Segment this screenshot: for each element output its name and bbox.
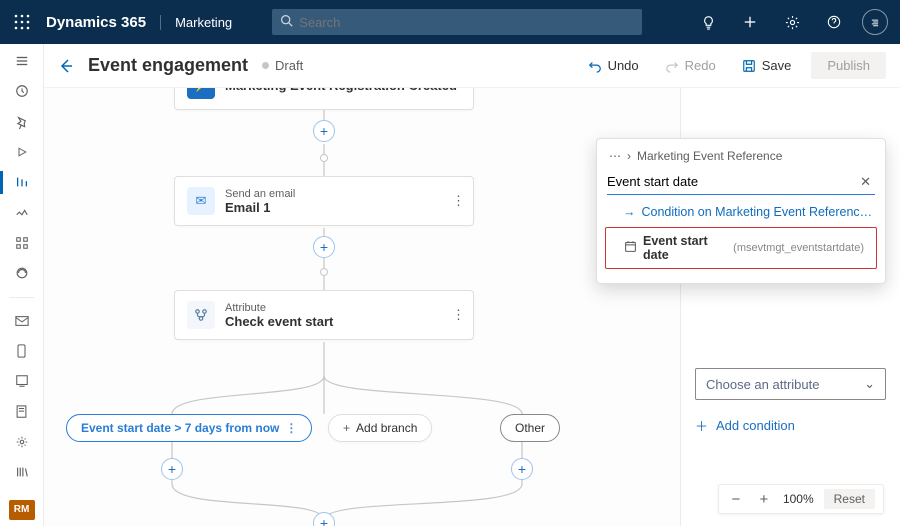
rail-play[interactable] bbox=[8, 141, 36, 163]
rail-sms[interactable] bbox=[8, 340, 36, 362]
plus-icon[interactable] bbox=[736, 8, 764, 36]
left-rail: RM bbox=[0, 44, 44, 526]
add-step-button[interactable]: + bbox=[313, 120, 335, 142]
related-condition-link[interactable]: → Condition on Marketing Event Referenc… bbox=[597, 199, 885, 225]
rail-library[interactable] bbox=[8, 461, 36, 483]
search-input[interactable] bbox=[299, 15, 634, 30]
node-trigger-label: Marketing Event Registration Created bbox=[225, 88, 457, 93]
undo-button[interactable]: Undo bbox=[582, 54, 645, 77]
arrow-right-icon: → bbox=[623, 205, 636, 219]
lightbulb-icon[interactable] bbox=[694, 8, 722, 36]
add-step-button[interactable]: + bbox=[511, 458, 533, 480]
connector-dot bbox=[320, 268, 328, 276]
node-email[interactable]: ✉ Send an email Email 1 ⋮ bbox=[174, 176, 474, 226]
add-branch-button[interactable]: + Add branch bbox=[328, 414, 432, 442]
branch-condition-pill[interactable]: Event start date > 7 days from now ⋮ bbox=[66, 414, 312, 442]
back-button[interactable] bbox=[58, 58, 74, 74]
status-badge: Draft bbox=[262, 58, 303, 73]
add-condition-button[interactable]: ＋ Add condition bbox=[695, 416, 886, 435]
node-email-main: Email 1 bbox=[225, 200, 295, 215]
zoom-reset-button[interactable]: Reset bbox=[824, 489, 875, 509]
rail-recent[interactable] bbox=[8, 80, 36, 102]
branch-other-pill[interactable]: Other bbox=[500, 414, 560, 442]
node-more-icon[interactable]: ⋮ bbox=[452, 307, 465, 323]
rail-pin[interactable] bbox=[8, 111, 36, 133]
user-avatar[interactable] bbox=[862, 9, 888, 35]
pill-more-icon[interactable]: ⋮ bbox=[285, 421, 297, 435]
node-more-icon[interactable]: ⋮ bbox=[452, 193, 465, 209]
rail-settings[interactable] bbox=[8, 431, 36, 453]
attribute-picker-popover: ⋯ › Marketing Event Reference ✕ → Condit… bbox=[596, 138, 886, 284]
node-trigger[interactable]: ⚡ Marketing Event Registration Created bbox=[174, 88, 474, 110]
calendar-icon bbox=[624, 240, 637, 256]
zoom-value: 100% bbox=[783, 492, 814, 506]
more-icon[interactable]: ⋯ bbox=[609, 149, 621, 163]
popover-breadcrumb[interactable]: Marketing Event Reference bbox=[637, 149, 782, 163]
help-icon[interactable] bbox=[820, 8, 848, 36]
area-title: Marketing bbox=[160, 15, 232, 30]
rail-forms[interactable] bbox=[8, 401, 36, 423]
rail-analytics[interactable] bbox=[8, 262, 36, 284]
add-step-button[interactable]: + bbox=[161, 458, 183, 480]
rail-journeys[interactable] bbox=[0, 171, 44, 193]
brand-title: Dynamics 365 bbox=[46, 14, 146, 31]
rail-push[interactable] bbox=[8, 370, 36, 392]
node-email-sub: Send an email bbox=[225, 188, 295, 200]
node-attribute[interactable]: Attribute Check event start ⋮ bbox=[174, 290, 474, 340]
clear-search-button[interactable]: ✕ bbox=[856, 174, 875, 190]
node-attr-sub: Attribute bbox=[225, 302, 333, 314]
chevron-down-icon: ⌄ bbox=[864, 376, 875, 392]
rail-segments[interactable] bbox=[8, 232, 36, 254]
attribute-select[interactable]: Choose an attribute ⌄ bbox=[695, 368, 886, 400]
rail-email[interactable] bbox=[8, 310, 36, 332]
area-switch[interactable]: RM bbox=[9, 500, 35, 520]
attribute-option-selected[interactable]: Event start date (msevtmgt_eventstartdat… bbox=[605, 227, 877, 269]
plus-icon: ＋ bbox=[695, 416, 708, 435]
mail-icon: ✉ bbox=[187, 187, 215, 215]
zoom-control: − + 100% Reset bbox=[718, 484, 884, 514]
global-search[interactable] bbox=[272, 9, 642, 35]
zoom-in-button[interactable]: + bbox=[755, 490, 773, 508]
chevron-right-icon: › bbox=[627, 149, 631, 163]
branch-icon bbox=[187, 301, 215, 329]
redo-button: Redo bbox=[659, 54, 722, 77]
gear-icon[interactable] bbox=[778, 8, 806, 36]
node-attr-main: Check event start bbox=[225, 314, 333, 329]
plus-icon: + bbox=[343, 421, 350, 435]
connector-dot bbox=[320, 154, 328, 162]
rail-hamburger[interactable] bbox=[8, 50, 36, 72]
publish-button: Publish bbox=[811, 52, 886, 79]
page-title: Event engagement bbox=[88, 55, 248, 76]
zoom-out-button[interactable]: − bbox=[727, 490, 745, 508]
attribute-search-input[interactable] bbox=[607, 174, 856, 189]
app-launcher[interactable] bbox=[0, 14, 44, 30]
save-button[interactable]: Save bbox=[736, 54, 798, 77]
add-step-button[interactable]: + bbox=[313, 236, 335, 258]
search-icon bbox=[280, 14, 293, 30]
rail-triggers[interactable] bbox=[8, 202, 36, 224]
lightning-icon: ⚡ bbox=[187, 88, 215, 99]
